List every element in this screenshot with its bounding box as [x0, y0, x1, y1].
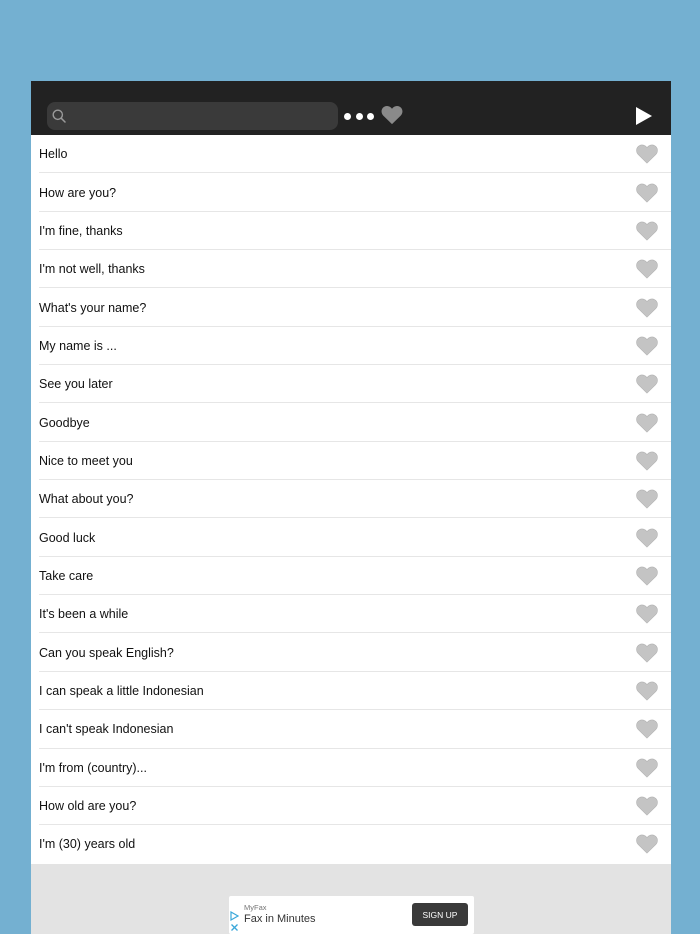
search-bar[interactable]: [47, 102, 338, 130]
phrase-text: I'm not well, thanks: [39, 262, 145, 277]
phrase-text: I'm fine, thanks: [39, 223, 123, 238]
heart-icon[interactable]: [636, 604, 658, 625]
list-item[interactable]: I can't speak Indonesian: [31, 710, 671, 749]
list-item[interactable]: How are you?: [31, 173, 671, 213]
heart-icon[interactable]: [636, 144, 658, 165]
heart-icon[interactable]: [636, 719, 658, 740]
list-item[interactable]: I'm from (country)...: [31, 749, 671, 788]
more-dots-icon: [344, 112, 351, 120]
heart-icon[interactable]: [636, 182, 658, 203]
search-input[interactable]: [73, 102, 331, 130]
heart-icon[interactable]: [636, 796, 658, 817]
phrase-text: Can you speak English?: [39, 645, 174, 660]
list-item[interactable]: Good luck: [31, 518, 671, 558]
list-item[interactable]: Can you speak English?: [31, 633, 671, 673]
heart-icon[interactable]: [636, 527, 658, 548]
more-dot: [367, 112, 374, 120]
list-item[interactable]: Goodbye: [31, 403, 671, 443]
toolbar: [31, 81, 671, 135]
phrase-text: Good luck: [39, 530, 96, 545]
list-item[interactable]: What about you?: [31, 480, 671, 519]
list-item[interactable]: How old are you?: [31, 787, 671, 826]
phrase-text: See you later: [39, 377, 113, 392]
list-item[interactable]: I'm not well, thanks: [31, 250, 671, 289]
more-button[interactable]: [344, 107, 374, 125]
ad-headline: Fax in Minutes: [244, 913, 316, 925]
list-item[interactable]: See you later: [31, 365, 671, 404]
phrase-text: Take care: [39, 568, 94, 583]
list-item[interactable]: I'm (30) years old: [31, 825, 671, 863]
phrase-list: Hello How are you? I'm fine, thanks I'm …: [31, 135, 671, 864]
list-item[interactable]: My name is ...: [31, 327, 671, 366]
phrase-text: What about you?: [39, 492, 134, 507]
heart-icon[interactable]: [636, 259, 658, 280]
heart-icon[interactable]: [636, 335, 658, 356]
search-icon: [52, 109, 66, 123]
adchoices-icon[interactable]: [230, 911, 239, 933]
app-window: Hello How are you? I'm fine, thanks I'm …: [31, 81, 671, 934]
list-item[interactable]: It's been a while: [31, 595, 671, 634]
phrase-text: I can speak a little Indonesian: [39, 683, 204, 698]
heart-icon[interactable]: [636, 834, 658, 855]
phrase-text: What's your name?: [39, 300, 147, 315]
heart-icon[interactable]: [636, 565, 658, 586]
phrase-text: I'm (30) years old: [39, 837, 136, 852]
more-dot: [355, 112, 363, 120]
phrase-text: Goodbye: [39, 415, 90, 430]
phrase-text: I'm from (country)...: [39, 760, 147, 775]
heart-icon[interactable]: [636, 412, 658, 433]
phrase-text: It's been a while: [39, 607, 129, 622]
list-item[interactable]: I'm fine, thanks: [31, 212, 671, 251]
list-item[interactable]: I can speak a little Indonesian: [31, 672, 671, 711]
heart-icon[interactable]: [636, 680, 658, 701]
heart-icon[interactable]: [636, 489, 658, 510]
favorites-heart-icon[interactable]: [381, 104, 403, 126]
phrase-text: Hello: [39, 147, 68, 162]
phrase-text: Nice to meet you: [39, 453, 133, 468]
heart-icon[interactable]: [636, 297, 658, 318]
heart-icon[interactable]: [636, 642, 658, 663]
heart-icon[interactable]: [636, 450, 658, 471]
ad-banner[interactable]: MyFax Fax in Minutes SIGN UP: [229, 896, 474, 934]
heart-icon[interactable]: [636, 757, 658, 778]
heart-icon[interactable]: [636, 374, 658, 395]
heart-icon[interactable]: [636, 220, 658, 241]
phrase-text: How old are you?: [39, 799, 137, 814]
play-icon[interactable]: [635, 106, 653, 126]
phrase-text: My name is ...: [39, 338, 117, 353]
list-item[interactable]: Hello: [31, 135, 671, 174]
list-item[interactable]: Nice to meet you: [31, 442, 671, 481]
list-item[interactable]: Take care: [31, 557, 671, 596]
ad-brand: MyFax: [244, 903, 267, 912]
phrase-text: I can't speak Indonesian: [39, 722, 174, 737]
phrase-text: How are you?: [39, 185, 117, 200]
ad-signup-button[interactable]: SIGN UP: [412, 903, 468, 926]
list-item[interactable]: What's your name?: [31, 288, 671, 328]
